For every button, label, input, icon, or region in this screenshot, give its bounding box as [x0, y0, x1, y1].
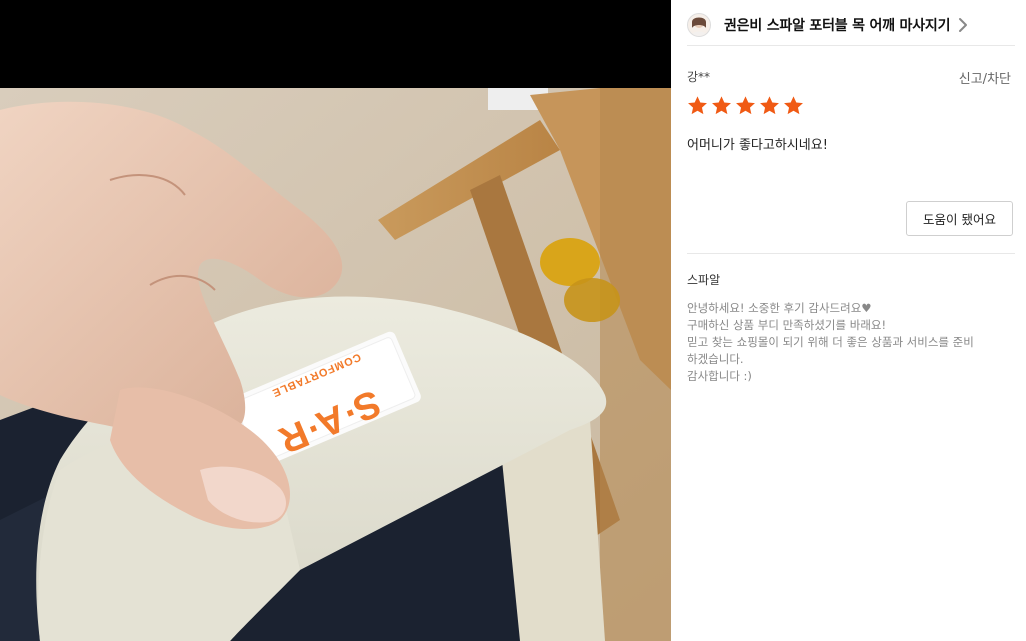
seller-reply-line: 구매하신 상품 부디 만족하셨기를 바래요! — [687, 318, 887, 332]
star-icon — [736, 96, 755, 115]
product-title: 권은비 스파알 포터블 목 어깨 마사지기 — [724, 17, 951, 34]
star-icon — [688, 96, 707, 115]
seller-reply-line: 하겠습니다. — [687, 352, 744, 366]
seller-avatar — [687, 12, 711, 37]
reviewer-name: 강** — [687, 70, 711, 84]
star-rating — [687, 95, 804, 116]
product-header-link[interactable]: 권은비 스파알 포터블 목 어깨 마사지기 — [687, 4, 1015, 46]
helpful-button[interactable]: 도움이 됐어요 — [906, 201, 1013, 236]
star-icon — [712, 96, 731, 115]
review-text: 어머니가 좋다고하시네요! — [687, 138, 828, 153]
divider — [687, 253, 1015, 254]
review-photo: S·A·R COMFORTABLE — [0, 0, 671, 641]
seller-reply-text: 안녕하세요! 소중한 후기 감사드려요♥ 구매하신 상품 부디 만족하셨기를 바… — [687, 300, 1017, 385]
star-icon — [784, 96, 803, 115]
seller-reply-line: 안녕하세요! 소중한 후기 감사드려요♥ — [687, 301, 872, 315]
star-icon — [760, 96, 779, 115]
report-block-link[interactable]: 신고/차단 — [959, 68, 1011, 87]
review-photo-image: S·A·R COMFORTABLE — [0, 0, 671, 641]
chevron-right-icon — [958, 17, 970, 33]
seller-reply-name: 스파알 — [687, 273, 721, 287]
seller-reply-line: 믿고 찾는 쇼핑몰이 되기 위해 더 좋은 상품과 서비스를 준비 — [687, 335, 974, 349]
review-meta-row: 강** 신고/차단 — [687, 68, 1011, 87]
seller-reply-line: 감사합니다 :) — [687, 369, 752, 383]
review-panel: 권은비 스파알 포터블 목 어깨 마사지기 강** 신고/차단 어머니가 좋다고… — [671, 0, 1026, 641]
